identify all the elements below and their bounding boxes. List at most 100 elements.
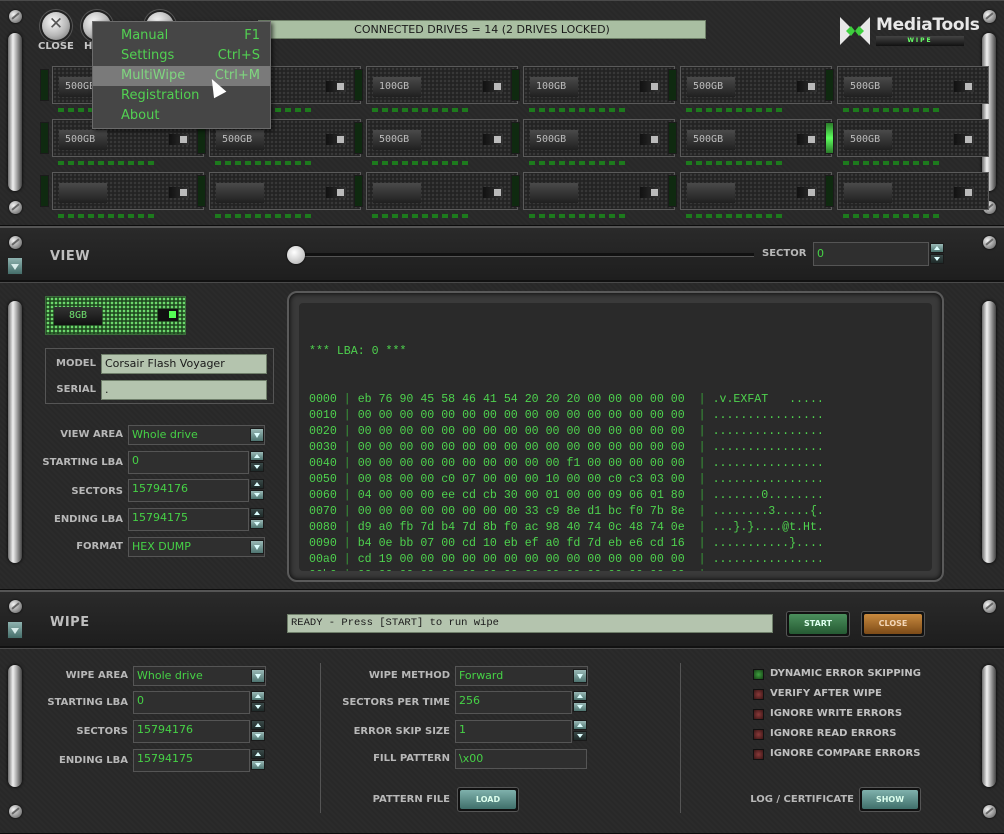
drive-bay[interactable]: 100GB xyxy=(354,66,518,112)
view-area-dropdown-icon[interactable] xyxy=(250,428,264,442)
format-select[interactable]: HEX DUMP xyxy=(128,537,265,557)
view-sectors-input[interactable]: 15794176 xyxy=(128,479,249,502)
menu-item-label: Manual xyxy=(121,28,169,43)
drive-bay[interactable]: 500GB xyxy=(668,66,832,112)
wipe-collapse-button[interactable] xyxy=(7,621,23,639)
drive-lock-switch[interactable] xyxy=(954,81,974,92)
sector-increment-button[interactable] xyxy=(930,243,944,253)
sectors-per-time-increment[interactable] xyxy=(573,691,587,701)
rack-handle-left[interactable] xyxy=(8,33,22,191)
drive-lock-switch[interactable] xyxy=(640,187,660,198)
wipe-handle-left[interactable] xyxy=(8,665,22,787)
drive-bay[interactable] xyxy=(825,172,989,218)
wipe-ending-lba-increment[interactable] xyxy=(251,749,265,759)
view-collapse-button[interactable] xyxy=(7,257,23,275)
wipe-starting-lba-input[interactable]: 0 xyxy=(133,691,250,714)
drive-bay[interactable] xyxy=(511,172,675,218)
menu-item-registration[interactable]: Registration xyxy=(93,86,270,106)
drive-tray: 500GB xyxy=(680,119,832,157)
drive-lock-switch[interactable] xyxy=(169,187,189,198)
drive-lock-switch[interactable] xyxy=(326,187,346,198)
start-wipe-button[interactable]: START xyxy=(786,611,850,637)
wipe-area-dropdown-icon[interactable] xyxy=(251,669,265,683)
sector-slider-thumb[interactable] xyxy=(287,246,305,264)
drive-bay[interactable] xyxy=(40,172,204,218)
drive-bay[interactable]: 500GB xyxy=(511,119,675,165)
wipe-area-select[interactable]: Whole drive xyxy=(133,666,266,686)
drive-lock-switch[interactable] xyxy=(797,81,817,92)
sector-label: SECTOR xyxy=(762,248,807,259)
sector-slider[interactable] xyxy=(292,253,754,257)
wipe-starting-lba-increment[interactable] xyxy=(251,691,265,701)
checkbox-icon[interactable] xyxy=(753,749,764,760)
wipe-method-select[interactable]: Forward xyxy=(455,666,588,686)
menu-item-multiwipe[interactable]: MultiWipe Ctrl+M xyxy=(93,66,270,86)
view-area-select[interactable]: Whole drive xyxy=(128,425,265,445)
drive-lock-switch[interactable] xyxy=(797,187,817,198)
view-ending-lba-decrement[interactable] xyxy=(250,519,264,529)
drive-lock-switch[interactable] xyxy=(954,187,974,198)
drive-bay[interactable]: 500GB xyxy=(354,119,518,165)
view-starting-lba-increment[interactable] xyxy=(250,451,264,461)
drive-tray xyxy=(209,172,361,210)
drive-lock-switch[interactable] xyxy=(954,134,974,145)
selected-drive[interactable]: 8GB xyxy=(45,296,186,335)
drive-bay[interactable]: 100GB xyxy=(511,66,675,112)
drive-lock-switch[interactable] xyxy=(640,81,660,92)
drive-lock-switch[interactable] xyxy=(326,134,346,145)
wipe-method-dropdown-icon[interactable] xyxy=(573,669,587,683)
error-skip-size-input[interactable]: 1 xyxy=(455,720,572,743)
drive-bay[interactable]: 500GB xyxy=(825,119,989,165)
view-starting-lba-decrement[interactable] xyxy=(250,462,264,472)
checkbox-icon[interactable] xyxy=(753,689,764,700)
format-dropdown-icon[interactable] xyxy=(250,540,264,554)
hex-dump-screen[interactable]: *** LBA: 0 *** 0000 | eb 76 90 45 58 46 … xyxy=(299,303,932,571)
show-log-button[interactable]: SHOW xyxy=(859,787,921,812)
fill-pattern-input[interactable]: \x00 xyxy=(455,749,587,769)
sector-decrement-button[interactable] xyxy=(930,254,944,264)
view-sectors-increment[interactable] xyxy=(250,479,264,489)
wipe-sectors-decrement[interactable] xyxy=(251,731,265,741)
mediatools-logo-icon xyxy=(840,17,870,45)
menu-item-manual[interactable]: Manual F1 xyxy=(93,26,270,46)
view-ending-lba-increment[interactable] xyxy=(250,508,264,518)
drive-bay[interactable] xyxy=(668,172,832,218)
drive-lock-switch[interactable] xyxy=(483,187,503,198)
drive-lock-switch[interactable] xyxy=(326,81,346,92)
close-wipe-button[interactable]: CLOSE xyxy=(861,611,925,637)
sectors-per-time-decrement[interactable] xyxy=(573,702,587,712)
drive-lock-switch[interactable] xyxy=(483,81,503,92)
drive-lock-switch[interactable] xyxy=(483,134,503,145)
wipe-sectors-input[interactable]: 15794176 xyxy=(133,720,250,743)
error-skip-size-decrement[interactable] xyxy=(573,731,587,741)
view-sectors-decrement[interactable] xyxy=(250,490,264,500)
menu-item-about[interactable]: About xyxy=(93,106,270,126)
drive-lock-switch[interactable] xyxy=(169,134,189,145)
drive-bay[interactable] xyxy=(354,172,518,218)
drive-lock-switch[interactable] xyxy=(640,134,660,145)
checkbox-icon[interactable] xyxy=(753,709,764,720)
drive-bay[interactable] xyxy=(197,172,361,218)
drive-bay[interactable]: 500GB xyxy=(825,66,989,112)
view-handle-right[interactable] xyxy=(982,301,996,563)
wipe-handle-right[interactable] xyxy=(982,665,996,787)
sector-input[interactable]: 0 xyxy=(813,242,929,266)
rack-handle-right[interactable] xyxy=(982,33,996,191)
menu-item-settings[interactable]: Settings Ctrl+S xyxy=(93,46,270,66)
wipe-ending-lba-decrement[interactable] xyxy=(251,760,265,770)
close-app-button[interactable]: ✕ xyxy=(42,12,70,40)
load-pattern-button[interactable]: LOAD xyxy=(457,787,519,812)
view-starting-lba-input[interactable]: 0 xyxy=(128,451,249,474)
drive-lock-switch[interactable] xyxy=(797,134,817,145)
checkbox-icon[interactable] xyxy=(753,729,764,740)
wipe-ending-lba-input[interactable]: 15794175 xyxy=(133,749,250,772)
drive-bay[interactable]: 500GB xyxy=(668,119,832,165)
view-ending-lba-input[interactable]: 15794175 xyxy=(128,508,249,531)
view-handle-left[interactable] xyxy=(8,301,22,563)
hex-bytes: 00 08 00 00 c0 07 00 00 00 10 00 00 c0 c… xyxy=(357,473,685,486)
error-skip-size-increment[interactable] xyxy=(573,720,587,730)
wipe-starting-lba-decrement[interactable] xyxy=(251,702,265,712)
checkbox-icon[interactable] xyxy=(753,669,764,680)
wipe-sectors-increment[interactable] xyxy=(251,720,265,730)
sectors-per-time-input[interactable]: 256 xyxy=(455,691,572,714)
